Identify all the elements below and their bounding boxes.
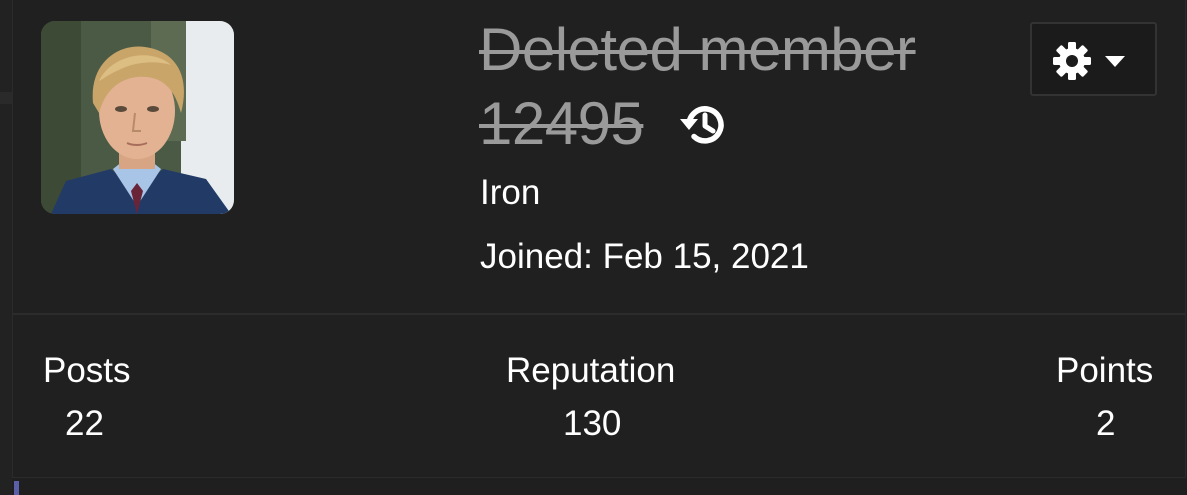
bottom-accent-bar	[14, 481, 19, 495]
points-label: Points	[1056, 351, 1154, 390]
member-card: Deleted member 12495 Iron Joined: Feb 15…	[12, 0, 1186, 478]
history-icon[interactable]	[677, 97, 733, 153]
posts-label: Posts	[43, 351, 131, 390]
settings-dropdown-button[interactable]	[1030, 22, 1157, 96]
member-header: Deleted member 12495 Iron Joined: Feb 15…	[13, 0, 1185, 315]
page-left-edge	[0, 0, 12, 495]
gear-icon	[1053, 42, 1091, 80]
member-avatar[interactable]	[41, 21, 234, 214]
reputation-label: Reputation	[506, 351, 676, 390]
points-count[interactable]: 2	[1096, 403, 1115, 445]
avatar-photo	[41, 21, 234, 214]
member-username: Deleted member 12495	[479, 16, 916, 157]
page-left-strip	[0, 92, 12, 104]
member-rank: Iron	[480, 173, 541, 212]
member-joined-date: Joined: Feb 15, 2021	[480, 237, 809, 276]
posts-count[interactable]: 22	[65, 403, 104, 445]
reputation-count[interactable]: 130	[563, 403, 621, 445]
member-stats: Posts 22 Reputation 130 Points 2	[13, 315, 1185, 479]
caret-down-icon	[1105, 56, 1125, 67]
